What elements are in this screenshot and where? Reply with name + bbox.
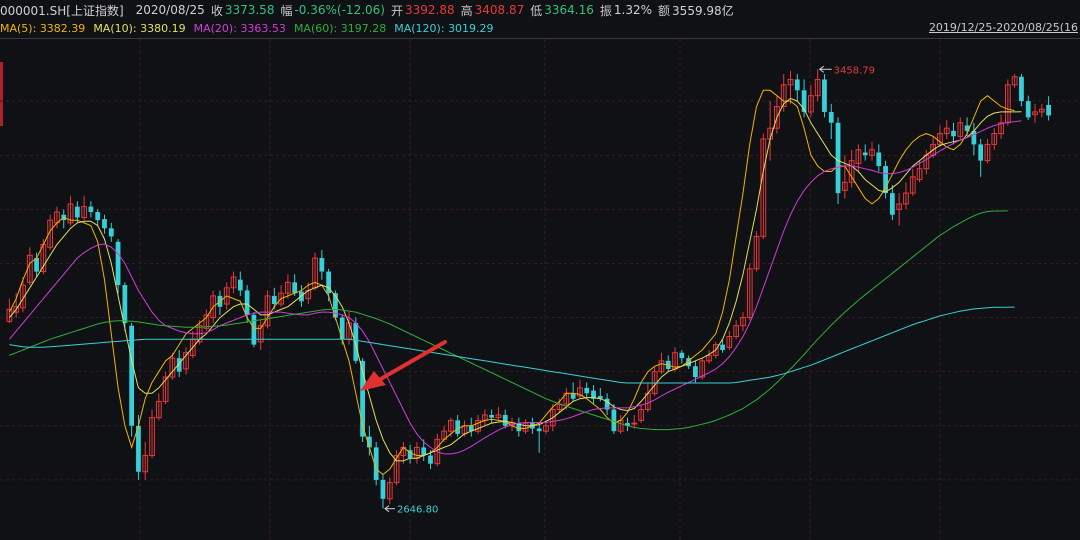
candle-down xyxy=(822,79,827,112)
candle-down xyxy=(794,79,800,91)
candle-down xyxy=(237,279,243,291)
ma5-legend: MA(5): 3382.39 xyxy=(0,22,85,35)
candle-down xyxy=(88,206,94,213)
chart-grid xyxy=(0,39,1080,540)
candle-down xyxy=(115,241,121,286)
candle-down xyxy=(1019,76,1024,102)
ma10-legend-value: 3380.19 xyxy=(140,22,186,35)
open-value: 3392.88 xyxy=(404,3,455,17)
candle-down xyxy=(1025,101,1031,118)
candle-down xyxy=(890,193,895,215)
candle-down xyxy=(720,344,725,351)
candle-down xyxy=(679,352,685,359)
ma5-line xyxy=(8,89,1015,476)
ma5-legend-label: MA(5): xyxy=(0,22,37,35)
low-annotation: 2646.80 xyxy=(397,505,438,516)
close-value: 3373.58 xyxy=(224,3,275,17)
candle-down xyxy=(95,212,101,221)
candle-down xyxy=(828,111,834,123)
candle-down xyxy=(108,228,114,237)
date-range-link[interactable]: 2019/12/25-2020/08/25(16 xyxy=(929,21,1078,34)
high-label: 高 xyxy=(460,3,473,18)
ma10-legend-label: MA(10): xyxy=(93,22,137,35)
ma120-legend: MA(120): 3019.29 xyxy=(394,22,493,35)
date-label: 2020/08/25 xyxy=(135,3,205,17)
candle-down xyxy=(835,122,841,194)
candle-down xyxy=(339,317,345,340)
ma120-legend-value: 3019.29 xyxy=(448,22,494,35)
change-value: -0.36%(-12.06) xyxy=(294,3,385,17)
candle-down xyxy=(271,295,277,305)
candle-down xyxy=(122,285,128,323)
ma5-legend-value: 3382.39 xyxy=(39,22,86,35)
candles-layer xyxy=(6,69,1051,509)
amount-value: 3559.98亿 xyxy=(672,3,734,18)
candle-down xyxy=(978,144,984,161)
ma20-legend-label: MA(20): xyxy=(193,22,237,35)
quote-info-bar: 000001.SH[上证指数] 2020/08/25 收 3373.58 幅 -… xyxy=(0,0,1080,20)
high-value: 3408.87 xyxy=(474,3,525,17)
candle-down xyxy=(102,219,107,229)
candle-down xyxy=(251,314,257,345)
candle-up xyxy=(631,422,638,425)
candle-down xyxy=(1046,104,1051,116)
candle-down xyxy=(584,387,590,394)
candle-down xyxy=(74,206,80,218)
candle-down xyxy=(876,152,882,167)
amplitude-value: 1.32% xyxy=(613,3,653,17)
close-label: 收 xyxy=(210,3,223,18)
candle-down xyxy=(455,420,461,434)
ma20-legend-value: 3363.53 xyxy=(240,22,286,35)
candle-down xyxy=(319,258,325,272)
candle-down xyxy=(292,282,298,294)
candle-down xyxy=(536,428,542,432)
symbol-label[interactable]: 000001.SH[上证指数] xyxy=(0,2,124,19)
amplitude-label: 振 xyxy=(599,3,612,18)
candle-down xyxy=(693,366,698,378)
ma60-legend: MA(60): 3197.28 xyxy=(294,22,386,35)
candle-down xyxy=(862,152,868,156)
ma10-legend: MA(10): 3380.19 xyxy=(93,22,185,35)
ma60-legend-label: MA(60): xyxy=(293,22,338,35)
candle-down xyxy=(502,414,508,426)
open-label: 开 xyxy=(390,3,403,18)
low-value: 3364.16 xyxy=(544,3,594,17)
low-label: 低 xyxy=(530,3,543,18)
ma-legend-bar: MA(5): 3382.39 MA(10): 3380.19 MA(20): 3… xyxy=(0,20,1080,37)
kline-chart[interactable]: 3458.79 2646.80 xyxy=(0,39,1080,540)
candle-down xyxy=(883,166,888,194)
change-label: 幅 xyxy=(280,3,293,18)
candle-down xyxy=(353,322,359,361)
candle-down xyxy=(34,258,39,272)
candle-down xyxy=(951,130,956,137)
candle-down xyxy=(428,455,433,464)
candle-down xyxy=(570,393,576,399)
candle-down xyxy=(380,479,386,499)
amount-label: 额 xyxy=(658,3,671,18)
ma120-legend-label: MA(120): xyxy=(394,22,445,35)
candle-down xyxy=(489,414,495,418)
candle-down xyxy=(244,290,250,315)
high-annotation: 3458.79 xyxy=(834,65,875,76)
ma60-legend-value: 3197.28 xyxy=(340,22,387,35)
ma20-legend: MA(20): 3363.53 xyxy=(194,22,286,35)
